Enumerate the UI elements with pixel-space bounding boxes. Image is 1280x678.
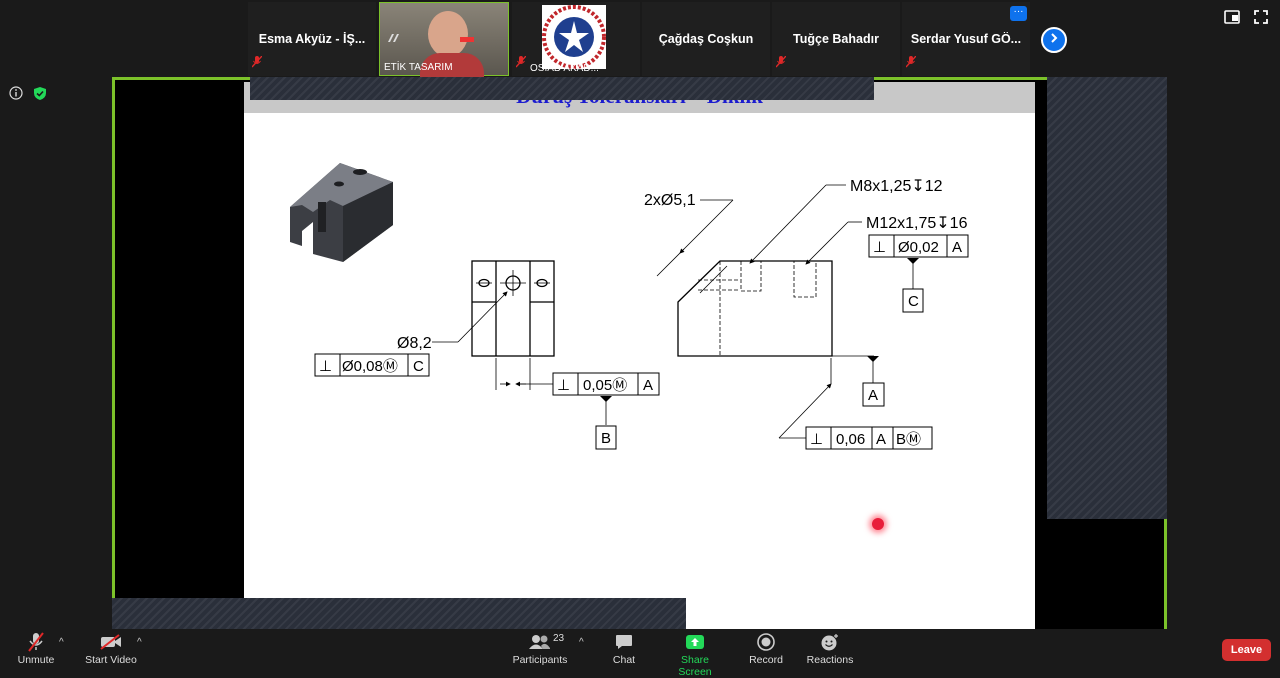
organization-logo [542, 5, 606, 69]
mic-muted-icon [515, 55, 527, 73]
technical-drawing: 2xØ5,1 M8x1,25↧12 M12x1,75↧16 Ø8,2 ⊥ Ø0,… [290, 163, 969, 450]
chat-icon [615, 634, 633, 653]
datum-b-label: B [601, 430, 611, 447]
participant-name: Esma Akyüz - İŞ... [258, 32, 366, 46]
participant-tile[interactable]: Tuğçe Bahadır [772, 2, 900, 76]
participants-count: 23 [553, 633, 565, 644]
datum-a-label: A [868, 387, 878, 404]
participant-name: OSİAD AKAD... [530, 63, 599, 74]
fcf-left-datum: C [413, 358, 424, 375]
next-page-button[interactable] [1041, 27, 1067, 53]
fcf-right-bottom-datum-a: A [876, 431, 886, 448]
info-icon[interactable] [9, 86, 23, 106]
reactions-button[interactable]: Reactions [806, 632, 854, 666]
participant-name: Serdar Yusuf GÖ... [910, 32, 1022, 46]
view-layout-icon[interactable] [1224, 10, 1240, 29]
mic-muted-icon [251, 55, 263, 73]
participant-tile[interactable]: Esma Akyüz - İŞ... [248, 2, 376, 76]
video-off-icon [100, 633, 122, 653]
share-screen-label: Share Screen [678, 654, 712, 678]
screen-overlay-top [250, 77, 874, 100]
record-label: Record [749, 654, 783, 666]
participant-strip: Esma Akyüz - İŞ... ETİK TASARIM OSİAD AK… [248, 2, 1030, 77]
participant-name: Tuğçe Bahadır [793, 32, 879, 46]
unmute-label: Unmute [17, 654, 55, 666]
isometric-part-image [290, 163, 393, 262]
shared-slide: Duruş Toleransları – Diklik [244, 82, 1035, 629]
encryption-shield-icon[interactable] [33, 86, 47, 106]
record-button[interactable]: Record [746, 632, 786, 666]
video-options-caret-icon[interactable]: ^ [137, 637, 142, 648]
fullscreen-icon[interactable] [1254, 10, 1268, 29]
participant-name: Çağdaş Coşkun [658, 32, 754, 46]
chat-button[interactable]: Chat [606, 632, 642, 666]
fcf-right-top-datum: A [952, 239, 962, 256]
start-video-button[interactable]: Start Video [84, 632, 138, 666]
meeting-toolbar: Unmute ^ Start Video ^ Participants 23 ^… [0, 629, 1280, 678]
participant-tile[interactable]: OSİAD AKAD... [512, 2, 640, 76]
share-screen-icon [685, 634, 705, 653]
fcf-mid-symbol: ⊥ [557, 377, 570, 394]
mic-muted-icon [775, 55, 787, 73]
fcf-right-top-tolerance: Ø0,02 [898, 239, 939, 256]
datum-c-label: C [908, 293, 919, 310]
participant-tile-video[interactable]: ETİK TASARIM [379, 2, 509, 77]
fcf-mid-datum: A [643, 377, 653, 394]
thread-small-label: M8x1,25↧12 [850, 178, 943, 195]
mic-muted-icon [27, 631, 45, 655]
fcf-right-bottom-symbol: ⊥ [810, 431, 823, 448]
laser-pointer [872, 518, 884, 530]
participants-label: Participants [512, 654, 568, 666]
fcf-left-tolerance: Ø0,08Ⓜ [342, 358, 398, 375]
chat-label: Chat [612, 654, 636, 666]
logo-mark-icon [386, 31, 400, 49]
share-screen-button[interactable]: Share Screen [664, 632, 726, 678]
reactions-emoji-icon [820, 633, 840, 654]
chevron-right-icon [1048, 31, 1060, 49]
screen-overlay-bottom [112, 598, 686, 629]
participants-icon [528, 634, 552, 653]
start-video-label: Start Video [85, 654, 137, 666]
thread-large-label: M12x1,75↧16 [866, 215, 968, 232]
participant-name: ETİK TASARIM [384, 62, 453, 73]
hole-note-label: 2xØ5,1 [644, 192, 696, 209]
audio-options-caret-icon[interactable]: ^ [59, 637, 64, 648]
participant-tile[interactable]: Çağdaş Coşkun [642, 2, 770, 76]
participants-options-caret-icon[interactable]: ^ [579, 637, 584, 648]
fcf-left-symbol: ⊥ [319, 358, 332, 375]
leave-button[interactable]: Leave [1222, 639, 1271, 661]
unmute-button[interactable]: Unmute [14, 631, 58, 666]
reactions-label: Reactions [806, 654, 854, 666]
fcf-mid-tolerance: 0,05Ⓜ [583, 377, 627, 394]
record-icon [757, 632, 775, 654]
screen-overlay-right [1047, 77, 1167, 519]
fcf-right-bottom-tolerance: 0,06 [836, 431, 865, 448]
more-options-button[interactable]: ··· [1010, 6, 1027, 21]
mic-muted-icon [905, 55, 917, 73]
fcf-right-top-symbol: ⊥ [873, 239, 886, 256]
fcf-right-bottom-datum-b: BⓂ [896, 431, 921, 448]
diameter-label: Ø8,2 [397, 335, 432, 352]
